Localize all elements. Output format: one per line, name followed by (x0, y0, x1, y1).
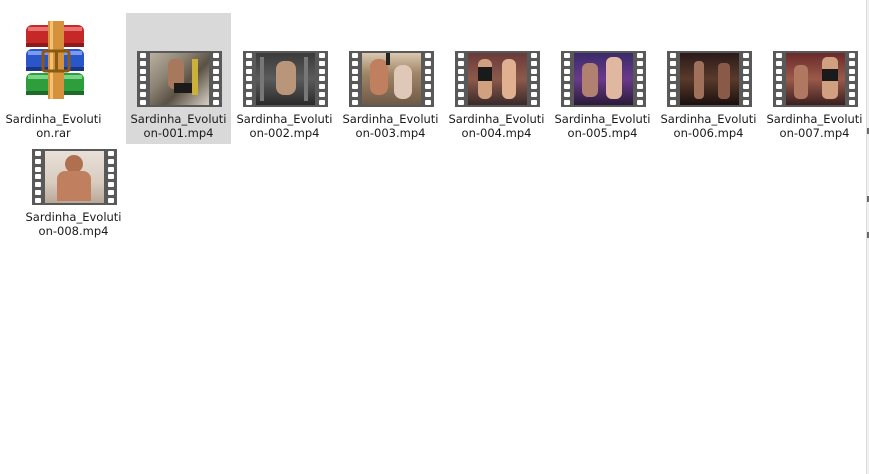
video-thumbnail-icon (32, 149, 117, 205)
file-item-video[interactable]: Sardinha_Evoluti on-008.mp4 (21, 111, 126, 242)
file-name-label: Sardinha_Evoluti on-003.mp4 (342, 112, 439, 140)
file-name-label: Sardinha_Evoluti on-007.mp4 (766, 112, 863, 140)
file-name-label: Sardinha_Evoluti on-008.mp4 (25, 210, 122, 238)
file-name-label: Sardinha_Evoluti on-002.mp4 (236, 112, 333, 140)
file-item-video[interactable]: Sardinha_Evoluti on-004.mp4 (444, 13, 549, 144)
video-thumbnail-icon (349, 51, 434, 107)
file-item-video[interactable]: Sardinha_Evoluti on-005.mp4 (550, 13, 655, 144)
video-thumbnail-icon (667, 51, 752, 107)
video-thumbnail-icon (561, 51, 646, 107)
file-item-video[interactable]: Sardinha_Evoluti on-002.mp4 (232, 13, 337, 144)
file-name-label: Sardinha_Evoluti on-005.mp4 (554, 112, 651, 140)
file-item-video[interactable]: Sardinha_Evoluti on-006.mp4 (656, 13, 761, 144)
video-thumbnail-icon (773, 51, 858, 107)
file-item-video[interactable]: Sardinha_Evoluti on-001.mp4 (126, 13, 231, 144)
file-name-label: Sardinha_Evoluti on-004.mp4 (448, 112, 545, 140)
file-list-pane[interactable]: Sardinha_Evoluti on.rar Sardinha_Evoluti… (0, 0, 866, 474)
winrar-books-icon (26, 21, 84, 99)
video-thumbnail-icon (243, 51, 328, 107)
file-name-label: Sardinha_Evoluti on-006.mp4 (660, 112, 757, 140)
video-thumbnail-icon (137, 51, 222, 107)
video-thumbnail-icon (455, 51, 540, 107)
file-item-video[interactable]: Sardinha_Evoluti on-003.mp4 (338, 13, 443, 144)
file-name-label: Sardinha_Evoluti on-001.mp4 (130, 112, 227, 140)
file-item-video[interactable]: Sardinha_Evoluti on-007.mp4 (762, 13, 867, 144)
